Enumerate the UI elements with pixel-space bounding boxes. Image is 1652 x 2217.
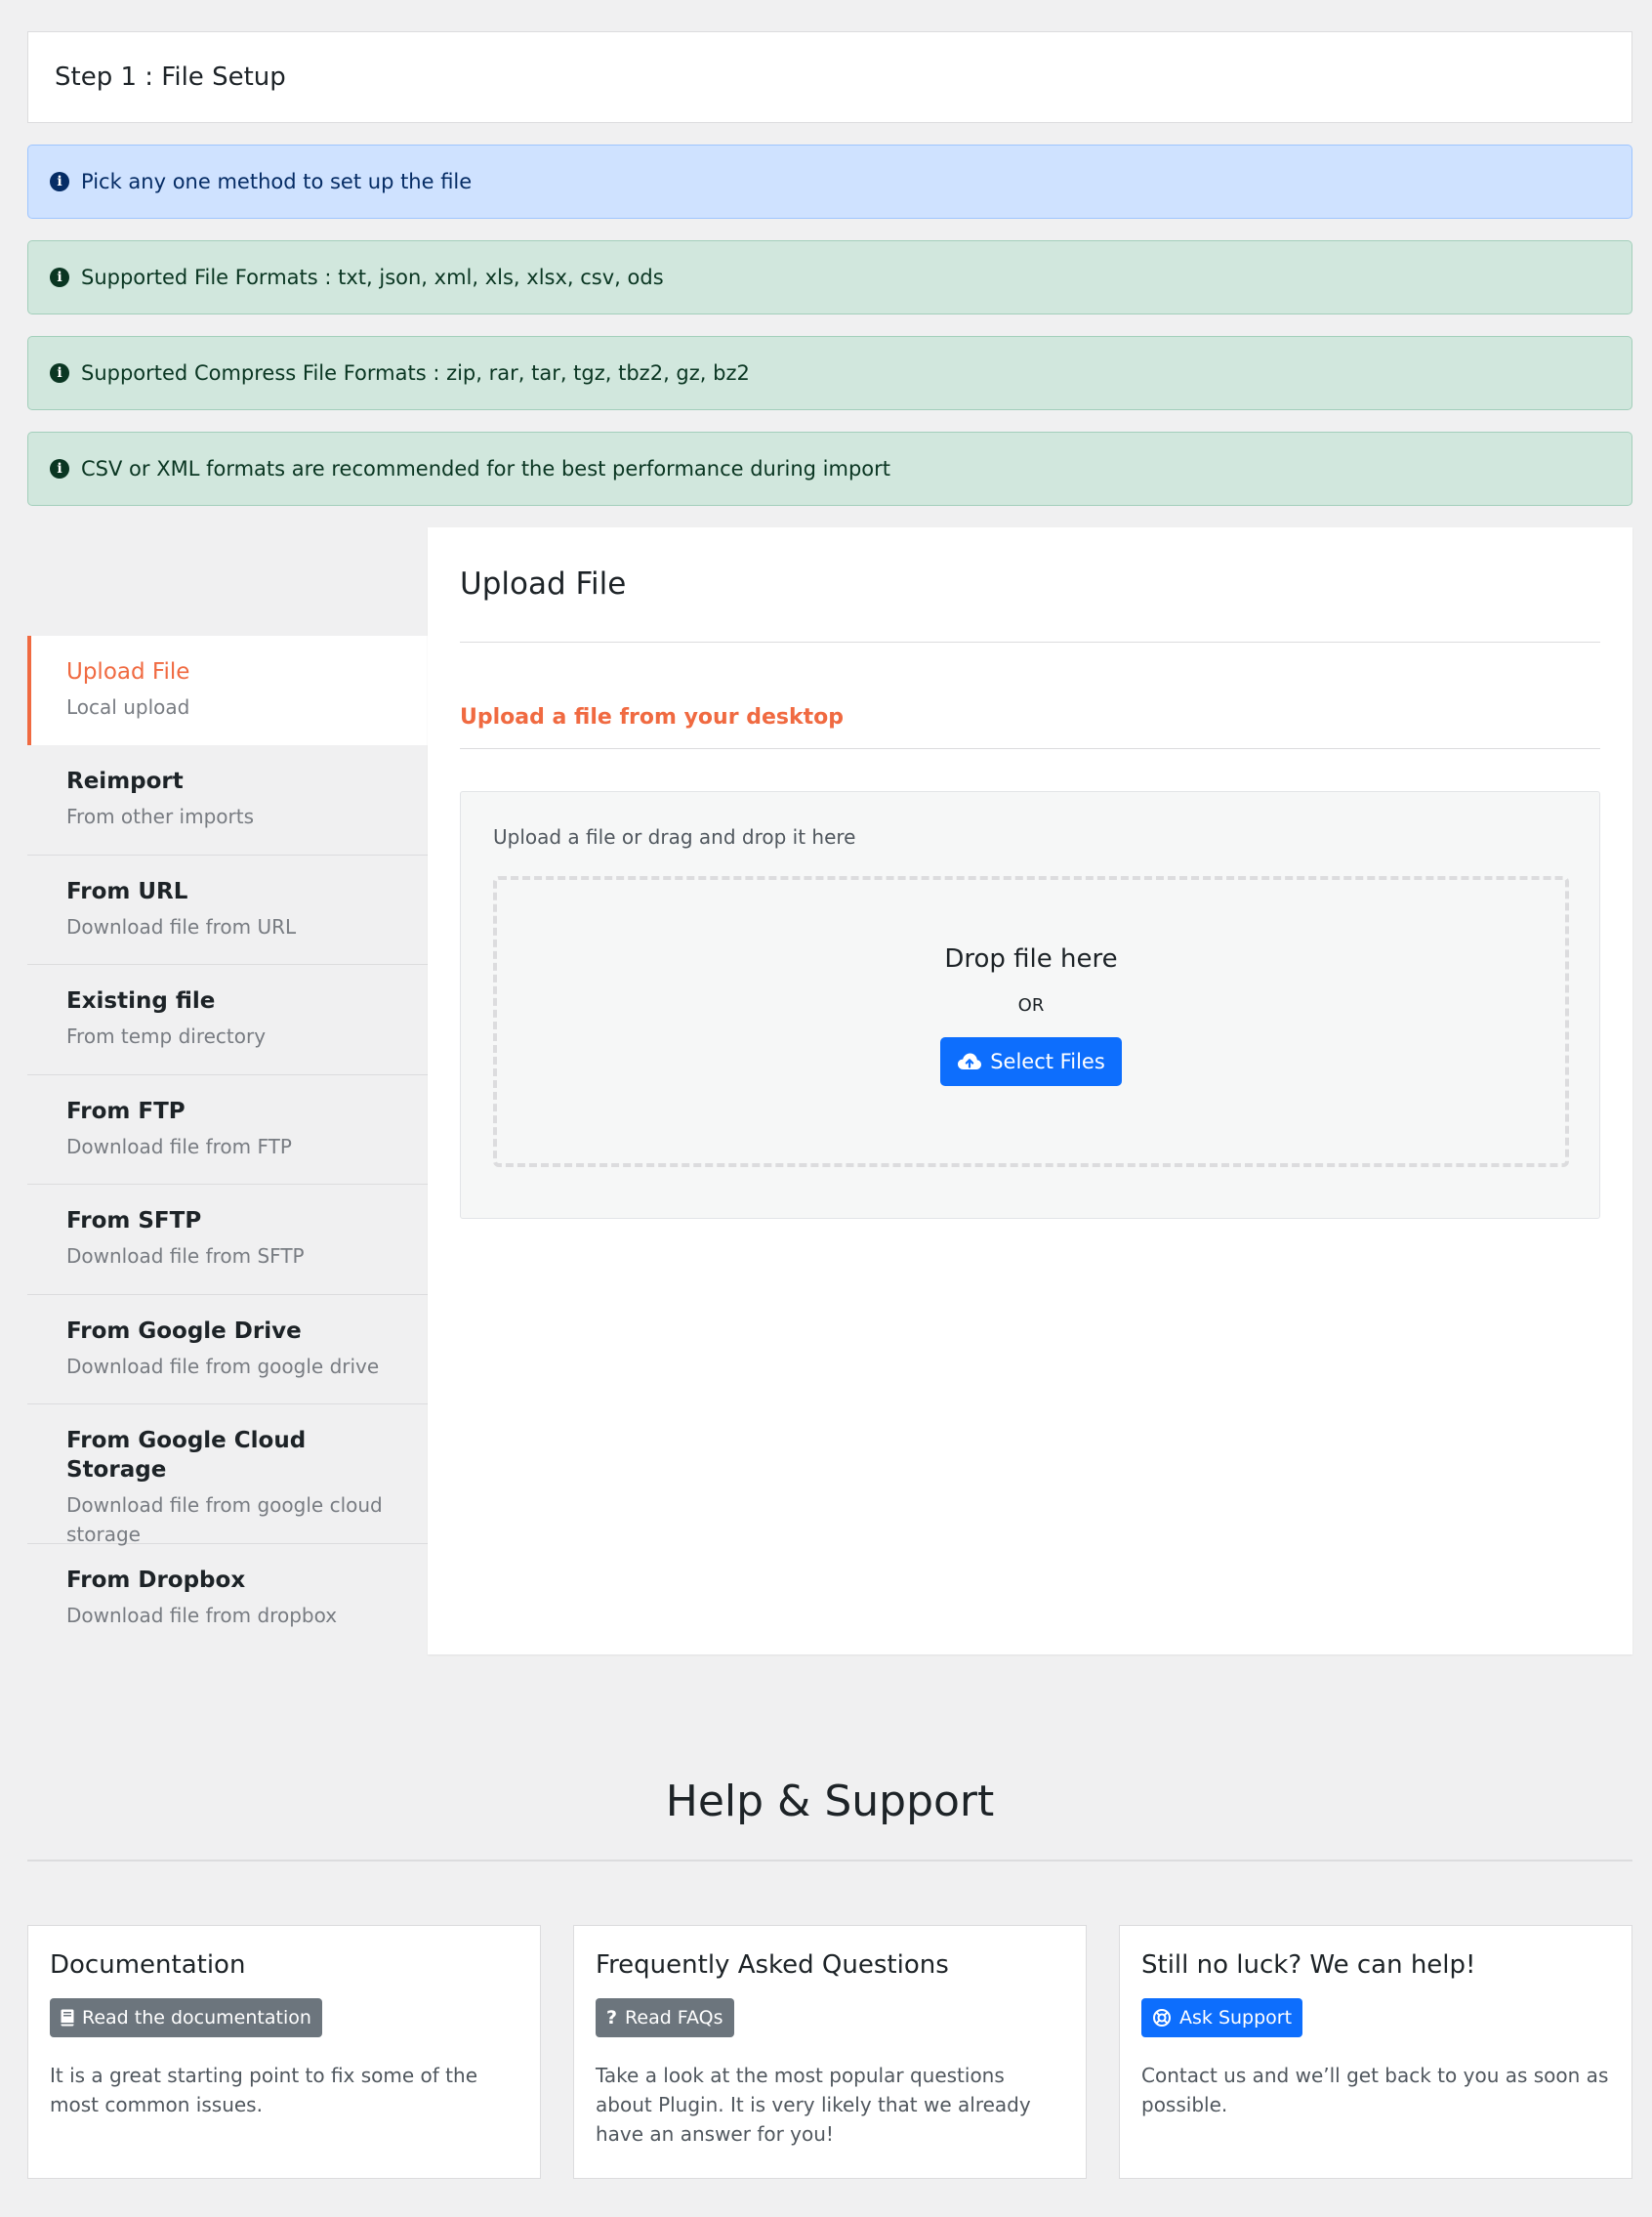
panel-subtitle: Upload a file from your desktop (460, 705, 844, 730)
card-title: Still no luck? We can help! (1141, 1950, 1476, 1980)
file-setup-area: Upload File Local upload Reimport From o… (27, 527, 1632, 1654)
sidebar-item-from-google-drive[interactable]: From Google Drive Download file from goo… (27, 1295, 428, 1404)
read-documentation-button[interactable]: Read the documentation (50, 1998, 322, 2037)
sidebar-item-subtitle: From temp directory (66, 1025, 267, 1048)
sidebar-item-subtitle: Download file from google cloud storage (66, 1493, 383, 1546)
help-support-title: Help & Support (665, 1777, 995, 1826)
sidebar-item-title: From Dropbox (66, 1568, 246, 1593)
alert-pick-method: i Pick any one method to set up the file (27, 145, 1632, 219)
info-circle-icon: i (50, 459, 69, 479)
help-divider (27, 1860, 1632, 1861)
sidebar-item-subtitle: Download file from dropbox (66, 1604, 338, 1627)
life-ring-icon (1152, 2008, 1172, 2028)
alert-text: Supported Compress File Formats : zip, r… (81, 361, 750, 385)
method-sidebar: Upload File Local upload Reimport From o… (27, 636, 428, 1652)
info-circle-icon: i (50, 172, 69, 191)
panel-divider (460, 748, 1600, 749)
sidebar-item-from-ftp[interactable]: From FTP Download file from FTP (27, 1075, 428, 1185)
support-card: Still no luck? We can help! Ask Support … (1119, 1925, 1632, 2179)
sidebar-item-subtitle: From other imports (66, 805, 255, 828)
sidebar-item-from-url[interactable]: From URL Download file from URL (27, 856, 428, 965)
alert-recommended-formats: i CSV or XML formats are recommended for… (27, 432, 1632, 506)
sidebar-item-subtitle: Download file from URL (66, 915, 297, 939)
sidebar-item-upload-file[interactable]: Upload File Local upload (27, 636, 428, 745)
drop-title: Drop file here (944, 944, 1118, 974)
card-button-label: Read the documentation (82, 2007, 311, 2029)
book-icon (61, 2009, 74, 2027)
card-text: Contact us and we’ll get back to you as … (1141, 2064, 1609, 2116)
alert-text: Pick any one method to set up the file (81, 170, 473, 193)
documentation-card: Documentation Read the documentation It … (27, 1925, 541, 2179)
faq-card: Frequently Asked Questions ? Read FAQs T… (573, 1925, 1087, 2179)
sidebar-item-existing-file[interactable]: Existing file From temp directory (27, 965, 428, 1075)
sidebar-item-title: Reimport (66, 769, 184, 794)
alert-text: Supported File Formats : txt, json, xml,… (81, 266, 664, 289)
card-title: Frequently Asked Questions (596, 1950, 949, 1980)
sidebar-item-title: Upload File (66, 659, 190, 685)
upload-hint: Upload a file or drag and drop it here (493, 825, 856, 849)
card-button-label: Ask Support (1179, 2007, 1293, 2029)
sidebar-item-title: From SFTP (66, 1208, 202, 1234)
card-title: Documentation (50, 1950, 246, 1980)
upload-panel: Upload File Upload a file from your desk… (428, 527, 1632, 1654)
select-files-label: Select Files (990, 1050, 1105, 1073)
sidebar-item-title: From URL (66, 879, 188, 904)
sidebar-item-subtitle: Download file from SFTP (66, 1244, 305, 1268)
sidebar-item-subtitle: Local upload (66, 695, 190, 719)
sidebar-item-title: From FTP (66, 1099, 186, 1124)
sidebar-item-title: Existing file (66, 988, 216, 1014)
sidebar-item-subtitle: Download file from FTP (66, 1135, 292, 1158)
alert-text: CSV or XML formats are recommended for t… (81, 457, 890, 481)
card-button-label: Read FAQs (625, 2007, 723, 2029)
step-header: Step 1 : File Setup (27, 31, 1632, 123)
alert-compress-formats: i Supported Compress File Formats : zip,… (27, 336, 1632, 410)
sidebar-item-subtitle: Download file from google drive (66, 1355, 380, 1378)
card-text: Take a look at the most popular question… (596, 2064, 1031, 2146)
drop-or-text: OR (1017, 995, 1045, 1016)
alert-file-formats: i Supported File Formats : txt, json, xm… (27, 240, 1632, 314)
sidebar-item-from-sftp[interactable]: From SFTP Download file from SFTP (27, 1185, 428, 1295)
question-icon: ? (606, 2007, 618, 2029)
ask-support-button[interactable]: Ask Support (1141, 1998, 1303, 2037)
sidebar-item-from-dropbox[interactable]: From Dropbox Download file from dropbox (27, 1544, 428, 1652)
sidebar-item-reimport[interactable]: Reimport From other imports (27, 745, 428, 856)
drop-zone[interactable]: Drop file here OR Select Files (493, 876, 1569, 1167)
file-setup-page: Step 1 : File Setup i Pick any one metho… (27, 31, 1632, 2179)
card-text: It is a great starting point to fix some… (50, 2064, 477, 2116)
panel-divider (460, 642, 1600, 643)
select-files-button[interactable]: Select Files (940, 1037, 1122, 1086)
step-title: Step 1 : File Setup (55, 63, 286, 92)
read-faqs-button[interactable]: ? Read FAQs (596, 1998, 734, 2037)
upload-box: Upload a file or drag and drop it here D… (460, 791, 1600, 1219)
sidebar-item-from-google-cloud-storage[interactable]: From Google Cloud Storage Download file … (27, 1404, 428, 1546)
info-circle-icon: i (50, 268, 69, 287)
panel-title: Upload File (460, 566, 627, 602)
info-circle-icon: i (50, 363, 69, 383)
sidebar-item-title: From Google Drive (66, 1318, 302, 1344)
cloud-upload-icon (958, 1053, 982, 1069)
sidebar-item-title: From Google Cloud Storage (66, 1428, 307, 1483)
